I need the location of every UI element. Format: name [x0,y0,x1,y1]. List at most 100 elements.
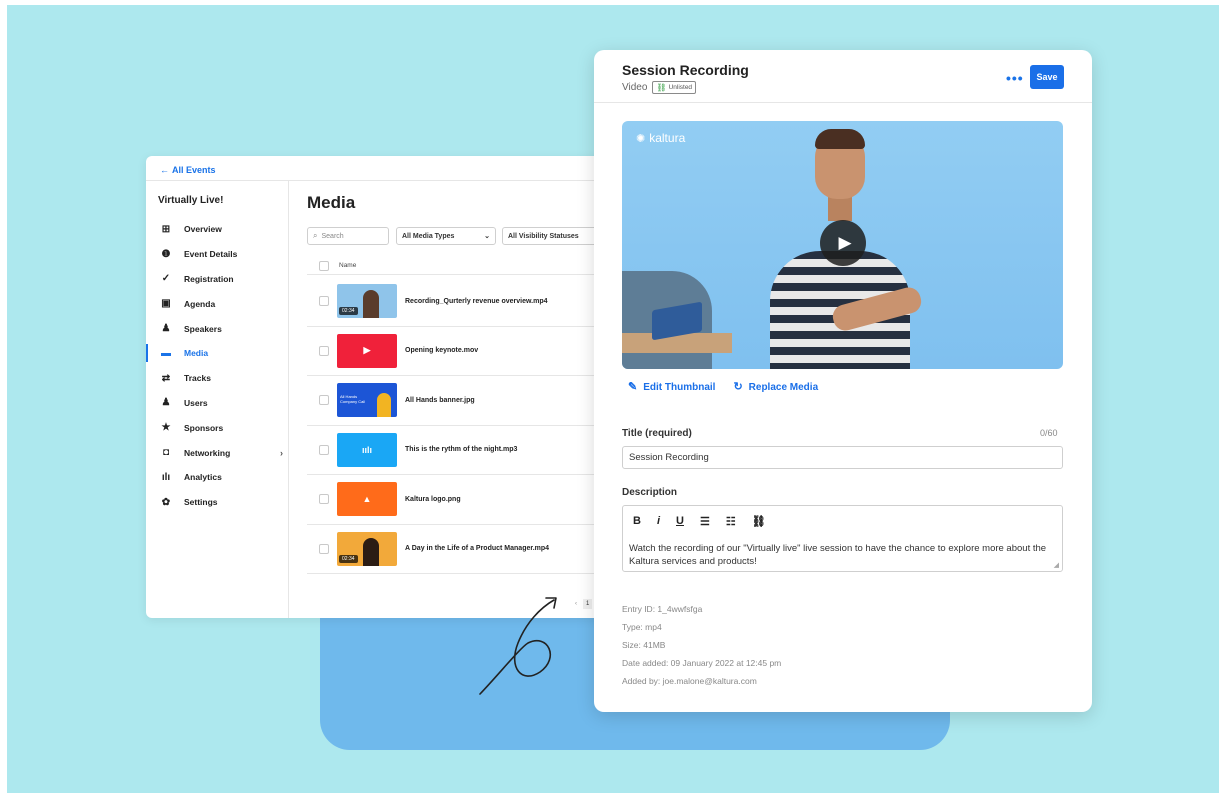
link-icon: ⛓ [656,83,667,92]
grid-icon: ⊞ [161,223,171,235]
italic-icon[interactable]: i [657,515,660,528]
table-row[interactable]: 02:34 Recording_Qurterly revenue overvie… [307,277,606,327]
kaltura-logo: ✺ kaltura [636,131,685,145]
title-label: Title (required) [622,428,692,439]
table-row[interactable]: All Hands Company Call All Hands banner.… [307,376,606,426]
sidebar: Virtually Live! ⊞ Overview ❶ Event Details… [146,181,289,618]
bulleted-list-icon[interactable]: ☰ [700,515,710,528]
row-checkbox[interactable] [319,543,329,554]
media-filename: All Hands banner.jpg [405,396,475,404]
media-filename: Recording_Qurterly revenue overview.mp4 [405,297,548,305]
media-filename: This is the rythm of the night.mp3 [405,446,518,454]
text-format-toolbar: B i U ☰ ☷ ⛓ [633,515,766,528]
back-to-all-events-link[interactable]: ← All Events [160,165,216,175]
star-icon: ★ [161,422,171,434]
video-player[interactable]: ✺ kaltura ▶ [622,121,1063,369]
play-icon[interactable]: ▶ [820,220,866,266]
sidebar-item-registration[interactable]: ✓ Registration [146,267,289,292]
table-header: Name [307,259,606,275]
more-options-icon[interactable]: ••• [1006,70,1024,86]
video-play-icon: ▶ [363,345,371,356]
entry-id: Entry ID: 1_4wwfsfga [622,604,703,614]
sidebar-item-analytics[interactable]: ılı Analytics [146,465,289,490]
banner-text: All Hands Company Call [340,394,366,405]
sidebar-item-media[interactable]: ▬ Media [146,341,289,366]
save-button[interactable]: Save [1030,65,1064,89]
media-main: Media ⌕ Search All Media Types ⌄ All Visib… [290,181,606,618]
kaltura-logo-icon: ✺ [636,132,646,145]
media-thumbnail: All Hands Company Call [337,383,397,418]
sidebar-item-label: Overview [184,224,222,235]
visibility-badge: ⛓ Unlisted [652,81,697,94]
media-thumbnail: 02:34 [337,284,397,319]
media-filename: Opening keynote.mov [405,347,479,355]
resize-handle-icon[interactable]: ◢ [1054,561,1059,569]
sidebar-item-label: Settings [184,497,218,508]
chevron-down-icon: ⌄ [484,233,490,240]
table-row[interactable]: ıılı This is the rythm of the night.mp3 [307,426,606,475]
row-checkbox[interactable] [319,296,329,307]
check-icon: ✓ [161,273,171,285]
pencil-icon: ✎ [628,381,638,393]
row-checkbox[interactable] [319,444,329,455]
sidebar-item-agenda[interactable]: ▣ Agenda [146,291,289,316]
person-image [377,393,391,418]
table-row[interactable]: ▶ Opening keynote.mov [307,327,606,376]
sidebar-item-tracks[interactable]: ⇄ Tracks [146,366,289,391]
sidebar-item-overview[interactable]: ⊞ Overview [146,217,289,242]
duration-badge: 02:34 [339,307,358,316]
back-link-label: All Events [172,165,216,175]
sidebar-item-label: Registration [184,273,234,284]
sidebar-item-label: Media [184,348,209,359]
table-row[interactable]: 02:34 A Day in the Life of a Product Man… [307,525,606,574]
table-row[interactable]: ▲ Kaltura logo.png [307,475,606,525]
visibility-filter[interactable]: All Visibility Statuses⌄ [502,227,606,245]
media-type-filter-value: All Media Types [402,232,455,240]
kaltura-logo-text: kaltura [649,131,686,145]
page-title: Media [307,193,356,212]
session-recording-panel: Session Recording Video ⛓ Unlisted ••• Sa… [594,50,1092,712]
replace-media-button[interactable]: ↻ Replace Media [733,380,818,393]
date-added: Date added: 09 January 2022 at 12:45 pm [622,658,782,668]
description-label: Description [622,487,678,498]
desk-image [622,333,732,353]
analytics-icon: ılı [161,471,171,483]
description-text[interactable]: Watch the recording of our "Virtually li… [629,542,1059,568]
link-icon[interactable]: ⛓ [752,515,766,528]
sidebar-item-sponsors[interactable]: ★ Sponsors [146,415,289,440]
edit-thumbnail-label: Edit Thumbnail [643,382,716,393]
title-field[interactable]: Session Recording [622,446,1063,469]
row-checkbox[interactable] [319,395,329,406]
media-thumbnail: ▲ [337,482,397,517]
description-editor[interactable]: B i U ☰ ☷ ⛓ Watch the recording of our "… [622,505,1063,572]
sidebar-item-users[interactable]: ♟ Users [146,391,289,416]
edit-thumbnail-button[interactable]: ✎ Edit Thumbnail [628,380,715,393]
underline-icon[interactable]: U [676,515,684,528]
events-window: ← All Events Virtually Live! ⊞ Overview ❶ E… [146,156,606,618]
event-name: Virtually Live! [158,195,224,206]
sidebar-item-settings[interactable]: ✿ Settings [146,490,289,515]
sidebar-nav: ⊞ Overview ❶ Event Details ✓ Registration ▣… [146,217,289,515]
numbered-list-icon[interactable]: ☷ [726,515,736,528]
row-checkbox[interactable] [319,494,329,505]
row-checkbox[interactable] [319,345,329,356]
bold-icon[interactable]: B [633,515,641,528]
sidebar-item-event-details[interactable]: ❶ Event Details [146,242,289,267]
sidebar-item-speakers[interactable]: ♟ Speakers [146,316,289,341]
media-filename: Kaltura logo.png [405,495,461,503]
search-input[interactable]: ⌕ Search [307,227,389,245]
decorative-arrow [479,597,557,695]
calendar-icon: ▣ [161,298,171,310]
sidebar-item-label: Users [184,397,208,408]
divider [594,102,1092,103]
media-type-filter[interactable]: All Media Types ⌄ [396,227,496,245]
refresh-icon: ↻ [733,381,743,393]
media-thumbnail: 02:34 [337,531,397,566]
audio-wave-icon: ıılı [361,444,372,455]
select-all-checkbox[interactable] [319,260,329,271]
visibility-badge-label: Unlisted [668,84,693,91]
sidebar-item-networking[interactable]: ◘ Networking › [146,440,289,465]
pager-page-1[interactable]: 1 [583,599,593,609]
added-by: Added by: joe.malone@kaltura.com [622,676,757,686]
chevron-right-icon: › [280,447,283,458]
